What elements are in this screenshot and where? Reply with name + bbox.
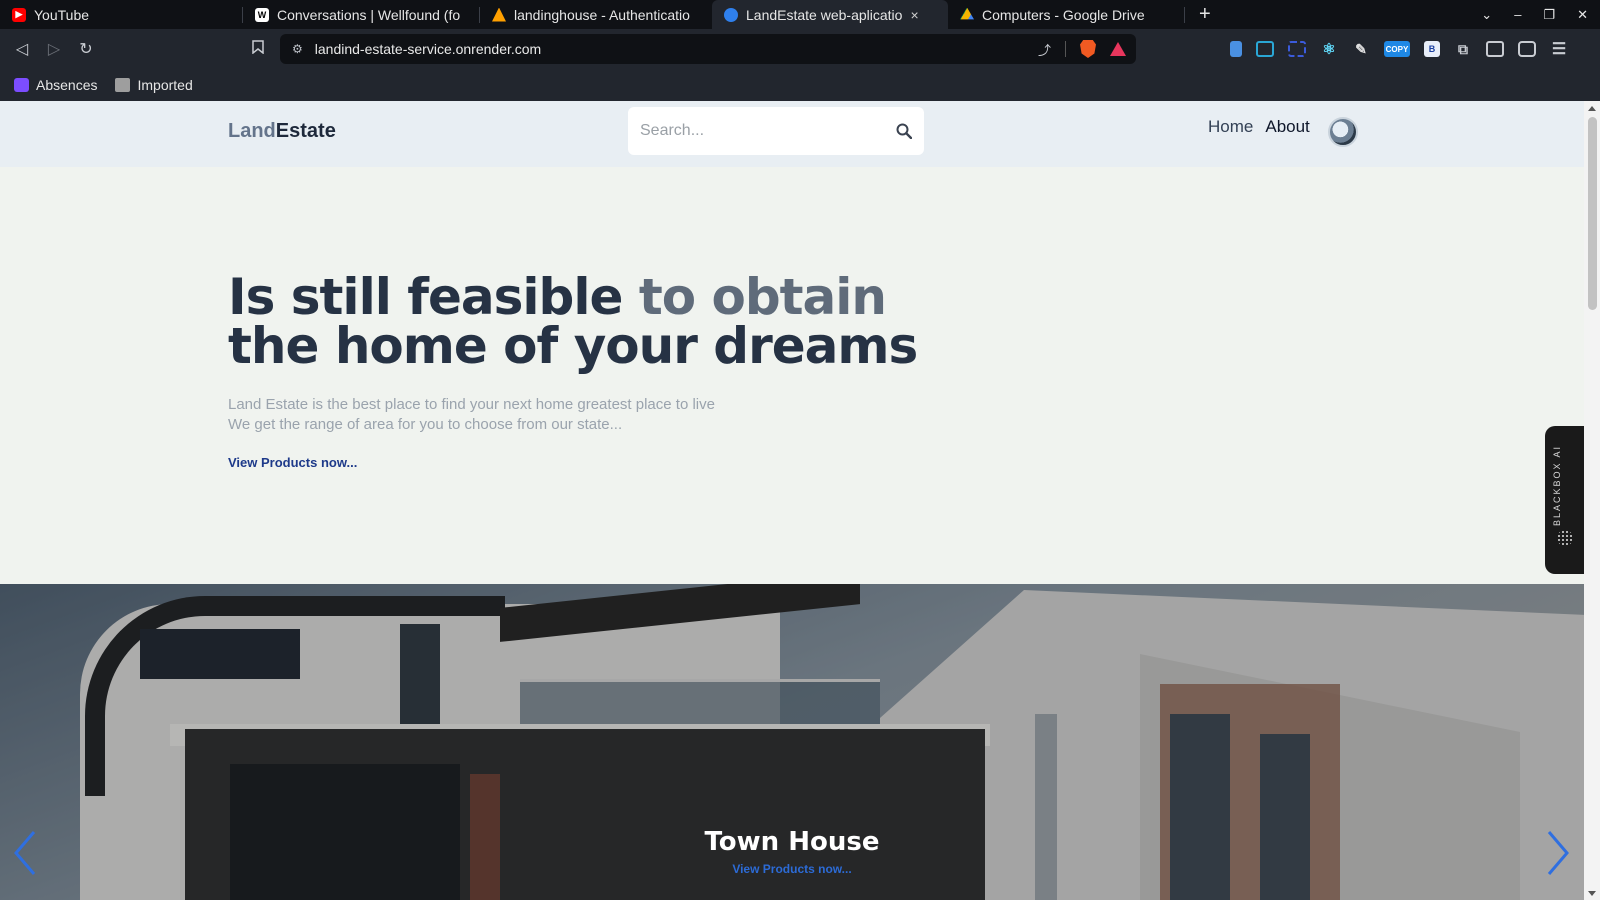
property-carousel: Town House View Products now...: [0, 584, 1584, 900]
file-icon[interactable]: [1230, 41, 1242, 57]
bookmark-imported[interactable]: Imported: [115, 77, 193, 93]
back-icon[interactable]: ◁: [6, 39, 38, 59]
tab-title: YouTube: [34, 6, 90, 23]
absences-app-icon: [14, 78, 29, 92]
bookmarks-bar: Absences Imported: [0, 69, 1600, 101]
url-text[interactable]: landind-estate-service.onrender.com: [315, 41, 541, 57]
subtitle-line2: We get the range of area for you to choo…: [228, 416, 623, 433]
address-bar[interactable]: ⚙ landind-estate-service.onrender.com ⤴: [280, 34, 1136, 64]
tab-strip: ▶ YouTube W Conversations | Wellfound (f…: [0, 0, 1600, 29]
page-scrollbar[interactable]: [1584, 101, 1600, 900]
hero-section: Is still feasible to obtain the home of …: [0, 167, 1584, 584]
minimize-icon[interactable]: –: [1514, 7, 1521, 22]
tab-title: landinghouse - Authenticatio: [514, 6, 690, 23]
logo-part-estate: Estate: [275, 120, 336, 142]
carousel-prev-icon[interactable]: [12, 829, 38, 877]
new-tab-button[interactable]: +: [1199, 3, 1211, 26]
blackbox-logo-icon: [1557, 530, 1573, 546]
slide-title: Town House: [704, 827, 880, 857]
bookmark-absences[interactable]: Absences: [14, 77, 97, 93]
tab-firebase[interactable]: landinghouse - Authenticatio: [480, 0, 712, 29]
firebase-icon: [492, 7, 506, 22]
scroll-down-icon[interactable]: [1588, 891, 1596, 896]
capture-icon[interactable]: [1288, 41, 1306, 57]
tab-wellfound[interactable]: W Conversations | Wellfound (fo: [243, 0, 479, 29]
scrollbar-thumb[interactable]: [1588, 117, 1597, 310]
tab-list-chevron-icon[interactable]: ⌄: [1481, 7, 1492, 23]
bookmark-label: Imported: [137, 77, 193, 93]
scroll-up-icon[interactable]: [1588, 106, 1596, 111]
blackbox-ai-widget[interactable]: BLACKBOX AI: [1545, 426, 1584, 574]
tab-google-drive[interactable]: Computers - Google Drive: [948, 0, 1184, 29]
close-tab-icon[interactable]: ×: [910, 7, 918, 23]
google-drive-icon: [960, 7, 974, 20]
restore-icon[interactable]: ❐: [1543, 7, 1555, 23]
puzzle-icon[interactable]: ⧉: [1454, 41, 1472, 57]
youtube-icon: ▶: [12, 7, 26, 22]
separator: [1065, 41, 1066, 57]
headline-line2: the home of your dreams: [228, 317, 918, 375]
extensions-bar: ⚛ ✎ COPY B ⧉ ☰: [1230, 29, 1568, 69]
b-extension-icon[interactable]: B: [1424, 41, 1440, 57]
bookmark-icon[interactable]: [242, 40, 274, 59]
carousel-next-icon[interactable]: [1545, 829, 1571, 877]
page-viewport: LandEstate Home About Is still feasible …: [0, 101, 1584, 900]
browser-toolbar: ◁ ▷ ↻ ⚙ landind-estate-service.onrender.…: [0, 29, 1600, 69]
site-header: LandEstate Home About: [0, 101, 1584, 167]
share-icon[interactable]: ⤴: [1038, 40, 1051, 59]
tab-title: Computers - Google Drive: [982, 6, 1145, 23]
brave-shields-icon[interactable]: [1080, 40, 1096, 58]
color-picker-icon[interactable]: ✎: [1352, 41, 1370, 57]
search-icon[interactable]: [896, 123, 912, 139]
user-avatar[interactable]: [1328, 117, 1358, 147]
menu-icon[interactable]: ☰: [1550, 41, 1568, 58]
slide-view-products-link[interactable]: View Products now...: [0, 862, 1584, 876]
forward-icon[interactable]: ▷: [38, 39, 70, 59]
nav-home-link[interactable]: Home: [1208, 117, 1253, 137]
nav-about-link[interactable]: About: [1265, 117, 1309, 137]
tab-separator: [1184, 6, 1185, 23]
sidebar-icon[interactable]: [1486, 41, 1504, 57]
tab-title: LandEstate web-aplicatio: [746, 6, 903, 23]
nav-links: Home About: [1208, 117, 1310, 137]
bookmark-label: Absences: [36, 77, 98, 93]
hero-headline: Is still feasible to obtain the home of …: [228, 272, 918, 371]
blackbox-ai-label: BLACKBOX AI: [1552, 444, 1562, 526]
tab-youtube[interactable]: ▶ YouTube: [0, 0, 242, 29]
copy-extension-icon[interactable]: COPY: [1384, 41, 1410, 57]
reload-icon[interactable]: ↻: [70, 39, 102, 59]
logo-part-land: Land: [228, 120, 276, 142]
wellfound-icon: W: [255, 7, 269, 22]
search-box: [628, 107, 924, 155]
tab-title: Conversations | Wellfound (fo: [277, 6, 461, 23]
site-favicon: [724, 7, 738, 22]
window-controls: ⌄ – ❐ ✕: [1481, 0, 1600, 29]
subtitle-line1: Land Estate is the best place to find yo…: [228, 396, 715, 413]
tab-landestate[interactable]: LandEstate web-aplicatio ×: [712, 0, 948, 29]
folder-icon: [115, 78, 131, 92]
search-input[interactable]: [640, 122, 890, 140]
hero-subtitle: Land Estate is the best place to find yo…: [228, 395, 715, 435]
screenshot-icon[interactable]: [1256, 41, 1274, 57]
site-settings-icon[interactable]: ⚙: [292, 42, 303, 56]
react-devtools-icon[interactable]: ⚛: [1320, 41, 1338, 58]
brave-rewards-icon[interactable]: [1110, 42, 1126, 56]
close-window-icon[interactable]: ✕: [1577, 7, 1588, 23]
view-products-link[interactable]: View Products now...: [228, 455, 357, 470]
wallet-icon[interactable]: [1518, 41, 1536, 57]
site-logo[interactable]: LandEstate: [228, 120, 336, 143]
